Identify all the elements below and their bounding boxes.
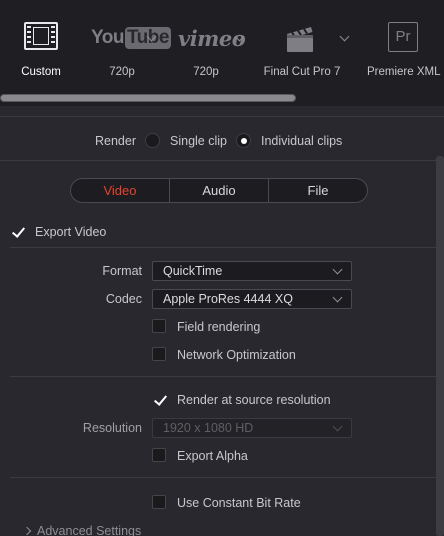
- network-optimization-checkbox[interactable]: [152, 347, 166, 361]
- chevron-down-icon: [332, 421, 343, 432]
- codec-label: Codec: [105, 292, 142, 306]
- tab-file[interactable]: File: [268, 179, 367, 202]
- preset-final-cut-pro-7[interactable]: Final Cut Pro 7: [256, 0, 350, 96]
- render-at-source-checkbox[interactable]: [152, 392, 166, 406]
- advanced-settings-toggle[interactable]: Advanced Settings: [22, 524, 142, 536]
- preset-custom[interactable]: Custom: [0, 0, 82, 96]
- field-rendering-checkbox[interactable]: [152, 319, 166, 333]
- render-mode-row: Render Single clip Individual clips: [0, 126, 444, 156]
- horizontal-scrollbar[interactable]: [0, 94, 296, 102]
- divider: [0, 116, 444, 117]
- format-label: Format: [102, 264, 142, 278]
- preset-label: Premiere XML: [367, 66, 441, 78]
- resolution-value: 1920 x 1080 HD: [163, 421, 254, 435]
- codec-select[interactable]: Apple ProRes 4444 XQ: [152, 289, 352, 309]
- preset-youtube[interactable]: You Tube 720p: [82, 0, 171, 96]
- film-icon: [24, 22, 58, 50]
- radio-single-clip[interactable]: [145, 133, 160, 148]
- chevron-down-icon: [332, 292, 343, 303]
- premiere-pro-icon: Pr: [388, 22, 418, 52]
- chevron-right-icon: [22, 526, 32, 536]
- tab-audio[interactable]: Audio: [169, 179, 268, 202]
- resolution-select: 1920 x 1080 HD: [152, 418, 352, 438]
- field-rendering-label[interactable]: Field rendering: [177, 320, 260, 334]
- resolution-label: Resolution: [82, 421, 142, 435]
- youtube-logo: You Tube: [91, 27, 171, 49]
- clapperboard-icon: [287, 27, 313, 52]
- settings-tabs: Video Audio File: [70, 178, 368, 203]
- advanced-settings-label: Advanced Settings: [37, 524, 142, 536]
- radio-single-clip-label[interactable]: Single clip: [170, 134, 227, 148]
- preset-label: 720p: [109, 66, 135, 78]
- vimeo-logo: vimeo: [178, 26, 246, 51]
- divider: [10, 477, 436, 478]
- format-value: QuickTime: [163, 264, 223, 278]
- chevron-down-icon[interactable]: [339, 31, 350, 42]
- codec-value: Apple ProRes 4444 XQ: [163, 292, 293, 306]
- constant-bit-rate-label[interactable]: Use Constant Bit Rate: [177, 496, 301, 510]
- constant-bit-rate-checkbox[interactable]: [152, 495, 166, 509]
- network-optimization-label[interactable]: Network Optimization: [177, 348, 296, 362]
- export-video-checkbox[interactable]: [10, 224, 24, 238]
- export-alpha-checkbox[interactable]: [152, 448, 166, 462]
- preset-label: Custom: [21, 66, 61, 78]
- chevron-down-icon: [332, 264, 343, 275]
- format-select[interactable]: QuickTime: [152, 261, 352, 281]
- render-label: Render: [95, 134, 136, 148]
- tab-video[interactable]: Video: [71, 179, 169, 202]
- divider: [10, 376, 436, 377]
- preset-strip: Custom You Tube 720p vimeo 720p Final Cut…: [0, 0, 444, 106]
- preset-label: Final Cut Pro 7: [263, 66, 341, 78]
- export-video-label[interactable]: Export Video: [35, 225, 106, 239]
- export-alpha-label[interactable]: Export Alpha: [177, 449, 248, 463]
- divider: [10, 247, 436, 248]
- preset-label: 720p: [193, 66, 219, 78]
- vertical-scrollbar[interactable]: [436, 156, 444, 536]
- render-at-source-label[interactable]: Render at source resolution: [177, 393, 331, 407]
- radio-individual-clips[interactable]: [236, 133, 251, 148]
- radio-individual-clips-label[interactable]: Individual clips: [261, 134, 342, 148]
- preset-vimeo[interactable]: vimeo 720p: [168, 0, 246, 96]
- divider: [0, 160, 444, 161]
- preset-premiere-xml[interactable]: Pr Premiere XML: [360, 0, 444, 96]
- render-settings-panel: Custom You Tube 720p vimeo 720p Final Cut…: [0, 0, 444, 536]
